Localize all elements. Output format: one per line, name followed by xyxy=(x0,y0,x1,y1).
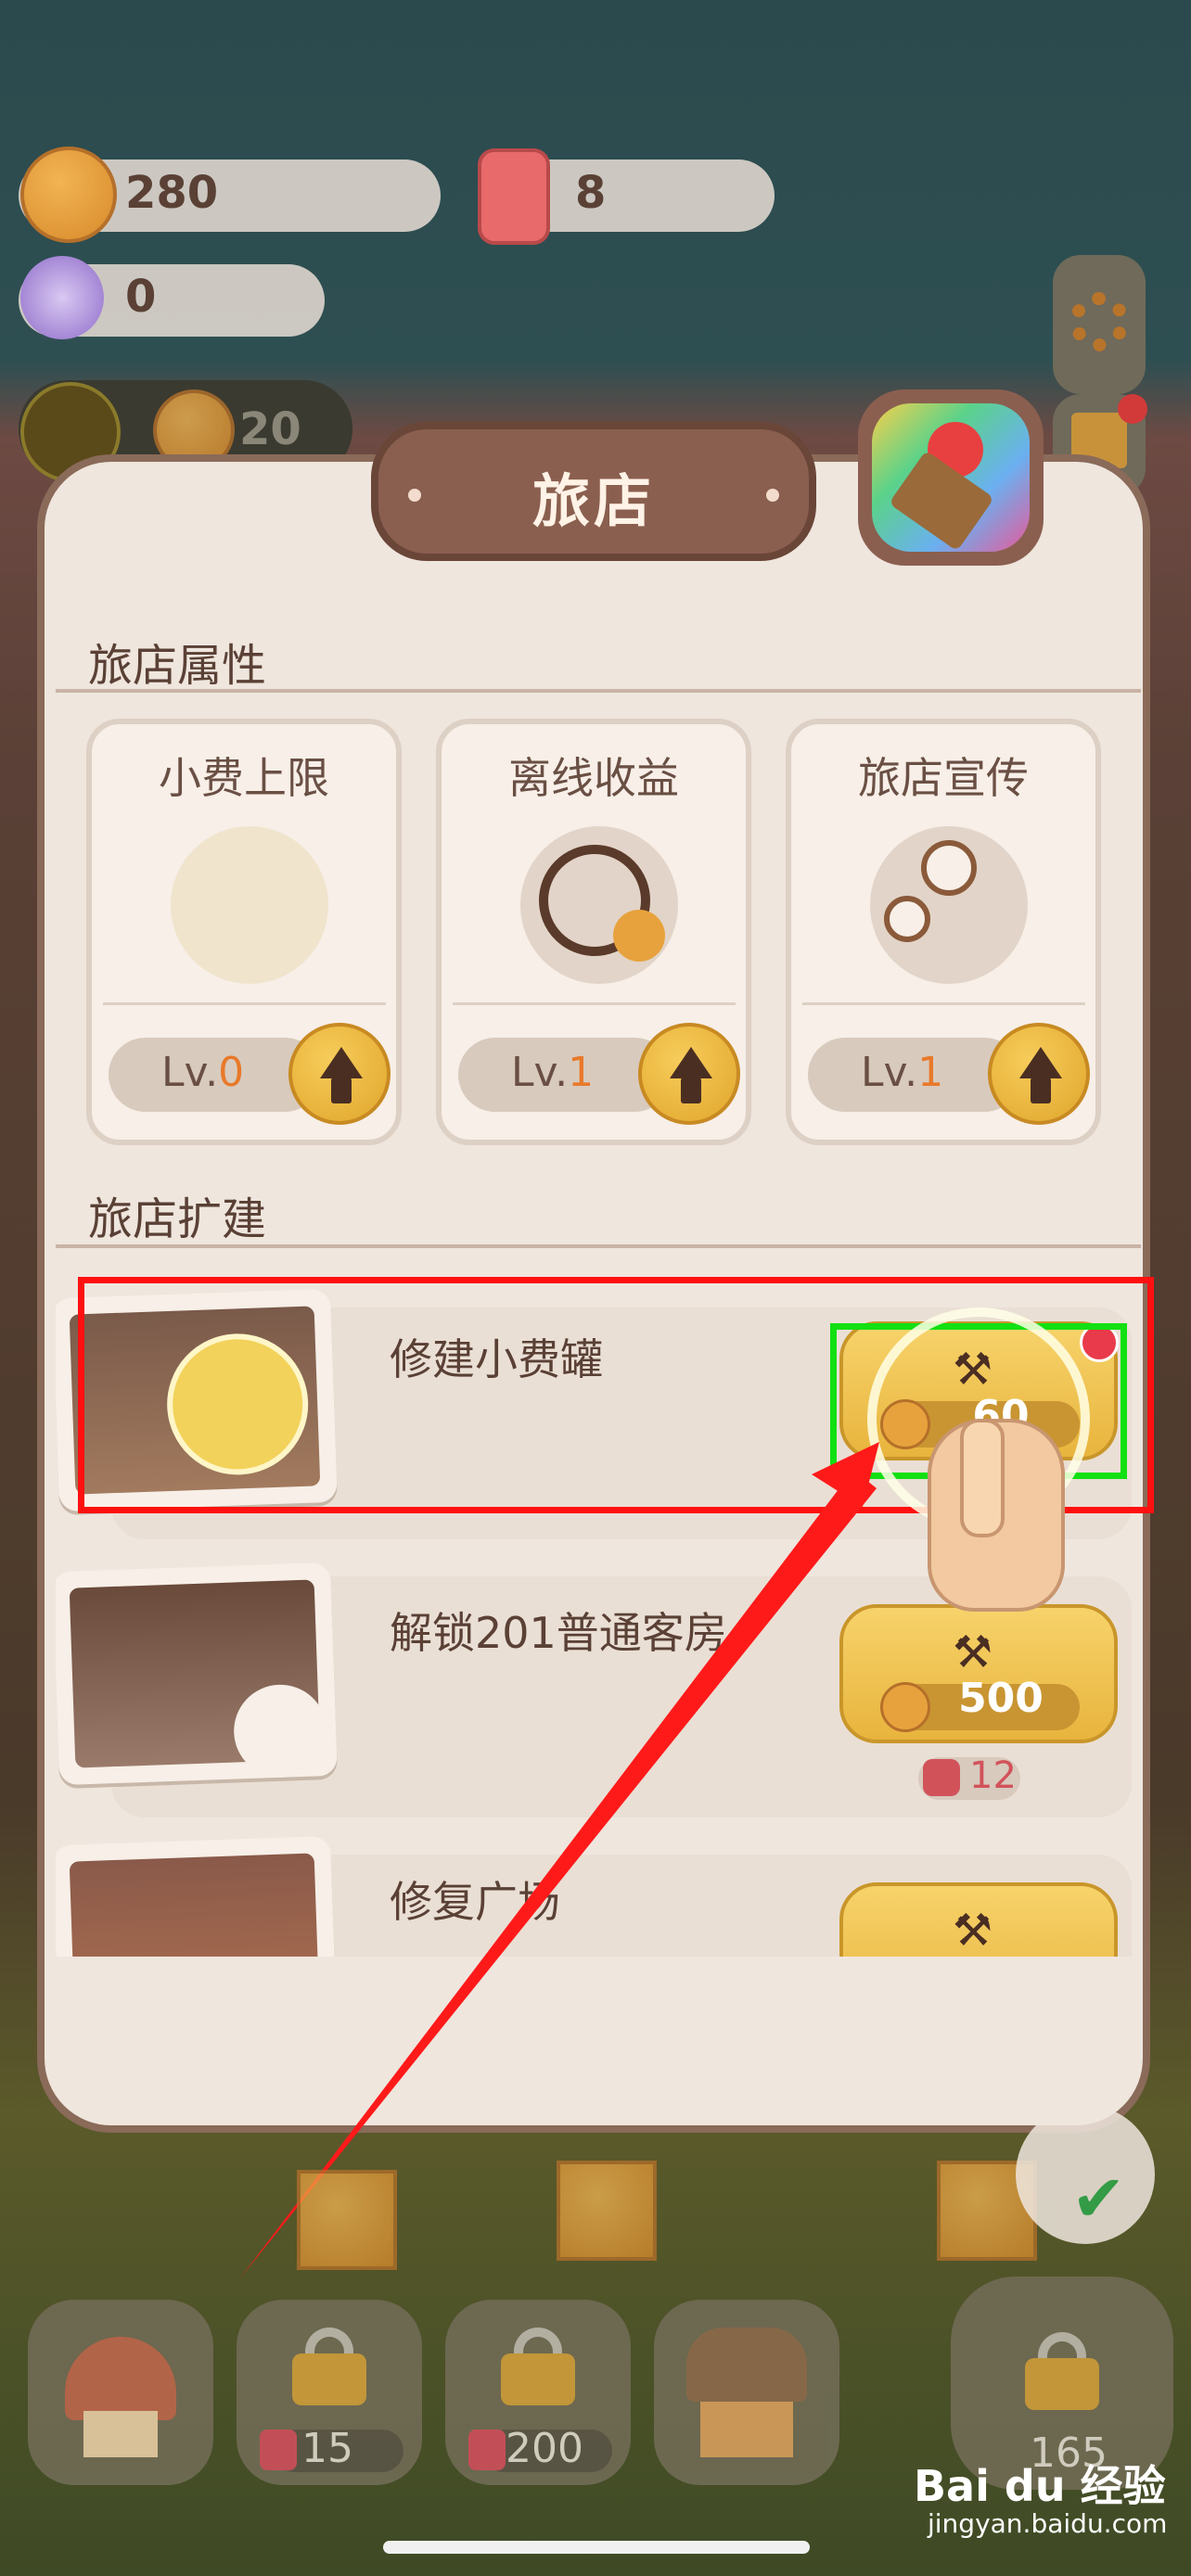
watermark-brand: Bai du 经验 xyxy=(914,2461,1166,2511)
watermark-url: jingyan.baidu.com xyxy=(928,2508,1168,2539)
cookie-character xyxy=(557,2161,657,2261)
tab-shop[interactable] xyxy=(654,2300,839,2485)
candle-icon xyxy=(260,2429,297,2470)
house-base xyxy=(83,2411,158,2457)
mushroom-house-icon xyxy=(65,2337,176,2420)
lock-body xyxy=(1025,2358,1099,2410)
raccoon-avatar[interactable]: ✔ xyxy=(1016,2105,1155,2244)
lock-body xyxy=(292,2353,366,2405)
tab-locked-2[interactable]: 200 xyxy=(445,2300,631,2485)
lock-icon xyxy=(1025,2332,1099,2410)
lock-icon xyxy=(501,2327,575,2405)
lock-icon xyxy=(292,2327,366,2405)
home-indicator[interactable] xyxy=(383,2541,810,2554)
tab-cost: 15 xyxy=(301,2425,353,2472)
tab-home[interactable] xyxy=(28,2300,213,2485)
candle-icon xyxy=(468,2429,506,2470)
cookie-character xyxy=(297,2170,397,2270)
tab-locked-1[interactable]: 15 xyxy=(237,2300,422,2485)
character-band xyxy=(0,2151,1191,2290)
shop-icon xyxy=(686,2327,807,2402)
lock-body xyxy=(501,2353,575,2405)
check-icon: ✔ xyxy=(1071,2161,1126,2237)
tab-cost: 200 xyxy=(506,2425,583,2472)
shop-counter xyxy=(700,2402,793,2457)
